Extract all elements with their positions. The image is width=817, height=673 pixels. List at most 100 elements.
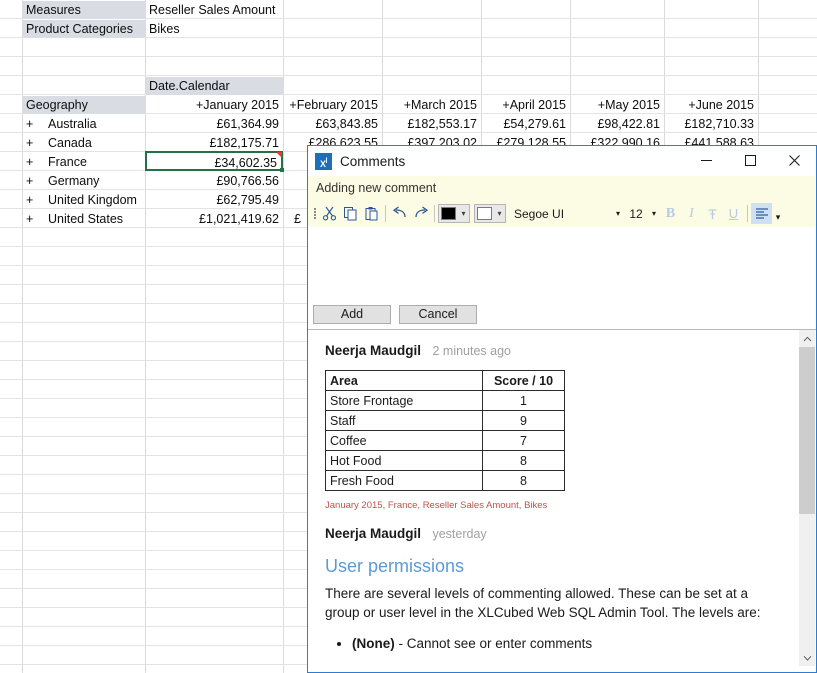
comment-item: Neerja Maudgil yesterday User permission… bbox=[325, 525, 790, 653]
minimize-icon bbox=[700, 154, 713, 167]
row-expand-united-kingdom[interactable]: + bbox=[23, 191, 41, 209]
add-button[interactable]: Add bbox=[313, 305, 391, 324]
cell-united-states-jan[interactable]: £1,021,419.62 bbox=[146, 210, 282, 228]
row-label-united-states[interactable]: United States bbox=[45, 210, 145, 228]
highlight-color-picker[interactable]: ▾ bbox=[474, 204, 506, 223]
table-cell-area: Staff bbox=[326, 411, 483, 431]
cell-australia-feb[interactable]: £63,843.85 bbox=[284, 115, 381, 133]
excel-xl-icon: Xl bbox=[315, 153, 332, 170]
column-header-apr[interactable]: +April 2015 bbox=[482, 96, 569, 114]
comment-indicator-icon bbox=[276, 152, 282, 158]
close-icon bbox=[788, 154, 801, 167]
comments-list[interactable]: Neerja Maudgil 2 minutes ago Area Score … bbox=[308, 330, 816, 666]
font-name-select[interactable]: Segoe UI bbox=[506, 207, 612, 221]
cell-measures-label[interactable]: Measures bbox=[23, 1, 145, 19]
comment-author: Neerja Maudgil bbox=[325, 526, 421, 541]
cut-button[interactable] bbox=[319, 203, 340, 224]
font-name-chevron-down-icon[interactable]: ▾ bbox=[612, 209, 624, 218]
redo-button[interactable] bbox=[410, 203, 431, 224]
column-header-may[interactable]: +May 2015 bbox=[571, 96, 663, 114]
toolbar-overflow-chevron-down-icon[interactable]: ▾ bbox=[772, 203, 784, 224]
comment-editor-textarea[interactable] bbox=[308, 227, 816, 299]
row-label-france[interactable]: France bbox=[45, 153, 145, 171]
font-color-picker[interactable]: ▾ bbox=[438, 204, 470, 223]
comment-timestamp: yesterday bbox=[432, 527, 486, 541]
scrollbar-thumb[interactable] bbox=[799, 347, 815, 514]
bold-button[interactable]: B bbox=[660, 203, 681, 224]
cell-geography-label[interactable]: Geography bbox=[23, 96, 145, 114]
comment-paragraph: There are several levels of commenting a… bbox=[325, 584, 777, 622]
cell-product-categories-label[interactable]: Product Categories bbox=[23, 20, 145, 38]
cell-canada-jan[interactable]: £182,175.71 bbox=[146, 134, 282, 152]
paste-button[interactable] bbox=[361, 203, 382, 224]
cell-date-calendar-label[interactable]: Date.Calendar bbox=[146, 77, 283, 95]
table-cell-area: Hot Food bbox=[326, 451, 483, 471]
table-row: Hot Food 8 bbox=[326, 451, 565, 471]
chevron-down-icon bbox=[803, 655, 812, 661]
row-expand-canada[interactable]: + bbox=[23, 134, 41, 152]
row-label-australia[interactable]: Australia bbox=[45, 115, 145, 133]
table-row: Fresh Food 8 bbox=[326, 471, 565, 491]
maximize-button[interactable] bbox=[728, 146, 772, 175]
toolbar-grip[interactable] bbox=[312, 206, 319, 222]
toolbar-separator bbox=[385, 205, 386, 222]
comment-editor-toolbar[interactable]: ▾ ▾ Segoe UI ▾ 12 ▾ B I Ŧ U ▾ bbox=[308, 200, 816, 227]
font-color-swatch bbox=[441, 207, 456, 220]
comment-action-buttons: Add Cancel bbox=[308, 299, 816, 329]
table-row: Coffee 7 bbox=[326, 431, 565, 451]
row-label-germany[interactable]: Germany bbox=[45, 172, 145, 190]
column-header-jan[interactable]: +January 2015 bbox=[146, 96, 282, 114]
strikethrough-button[interactable]: Ŧ bbox=[702, 203, 723, 224]
table-row: Staff 9 bbox=[326, 411, 565, 431]
cell-product-categories-value[interactable]: Bikes bbox=[146, 20, 282, 38]
table-cell-score: 9 bbox=[483, 411, 565, 431]
font-size-chevron-down-icon[interactable]: ▾ bbox=[648, 209, 660, 218]
bullet-term: (None) bbox=[352, 636, 395, 651]
table-cell-area: Fresh Food bbox=[326, 471, 483, 491]
comment-item: Neerja Maudgil 2 minutes ago Area Score … bbox=[325, 342, 790, 511]
row-label-canada[interactable]: Canada bbox=[45, 134, 145, 152]
comments-scrollbar[interactable] bbox=[799, 330, 815, 666]
cell-measures-value[interactable]: Reseller Sales Amount bbox=[146, 1, 346, 19]
cancel-button[interactable]: Cancel bbox=[399, 305, 477, 324]
table-header-area: Area bbox=[326, 371, 483, 391]
row-expand-germany[interactable]: + bbox=[23, 172, 41, 190]
undo-button[interactable] bbox=[389, 203, 410, 224]
column-header-mar[interactable]: +March 2015 bbox=[383, 96, 480, 114]
comments-window[interactable]: Xl Comments Adding new comment bbox=[307, 145, 817, 673]
column-header-jun[interactable]: +June 2015 bbox=[665, 96, 757, 114]
cell-australia-apr[interactable]: £54,279.61 bbox=[482, 115, 569, 133]
row-expand-united-states[interactable]: + bbox=[23, 210, 41, 228]
align-left-button[interactable] bbox=[751, 203, 772, 224]
comment-status-text: Adding new comment bbox=[316, 181, 436, 195]
cell-united-kingdom-jan[interactable]: £62,795.49 bbox=[146, 191, 282, 209]
italic-button[interactable]: I bbox=[681, 203, 702, 224]
cell-australia-jun[interactable]: £182,710.33 bbox=[665, 115, 757, 133]
cell-germany-jan[interactable]: £90,766.56 bbox=[146, 172, 282, 190]
font-size-select[interactable]: 12 bbox=[624, 207, 648, 221]
table-cell-area: Store Frontage bbox=[326, 391, 483, 411]
close-button[interactable] bbox=[772, 146, 816, 175]
comments-window-title: Comments bbox=[340, 154, 405, 169]
underline-button[interactable]: U bbox=[723, 203, 744, 224]
table-cell-score: 7 bbox=[483, 431, 565, 451]
row-label-united-kingdom[interactable]: United Kingdom bbox=[45, 191, 145, 209]
cell-australia-mar[interactable]: £182,553.17 bbox=[383, 115, 480, 133]
comments-window-titlebar[interactable]: Xl Comments bbox=[308, 146, 816, 176]
grid-row-divider bbox=[0, 56, 817, 57]
bullet-text: - Cannot see or enter comments bbox=[395, 636, 592, 651]
chevron-down-icon[interactable]: ▾ bbox=[494, 209, 505, 218]
minimize-button[interactable] bbox=[684, 146, 728, 175]
selected-cell-outline bbox=[145, 151, 283, 171]
column-header-feb[interactable]: +February 2015 bbox=[284, 96, 381, 114]
row-expand-australia[interactable]: + bbox=[23, 115, 41, 133]
cell-australia-jan[interactable]: £61,364.99 bbox=[146, 115, 282, 133]
row-expand-france[interactable]: + bbox=[23, 153, 41, 171]
align-left-icon bbox=[755, 207, 769, 220]
chevron-down-icon[interactable]: ▾ bbox=[458, 209, 469, 218]
scroll-down-button[interactable] bbox=[799, 649, 815, 666]
cell-united-states-feb[interactable]: £ bbox=[284, 210, 304, 228]
cell-australia-may[interactable]: £98,422.81 bbox=[571, 115, 663, 133]
copy-button[interactable] bbox=[340, 203, 361, 224]
scroll-up-button[interactable] bbox=[799, 330, 815, 347]
